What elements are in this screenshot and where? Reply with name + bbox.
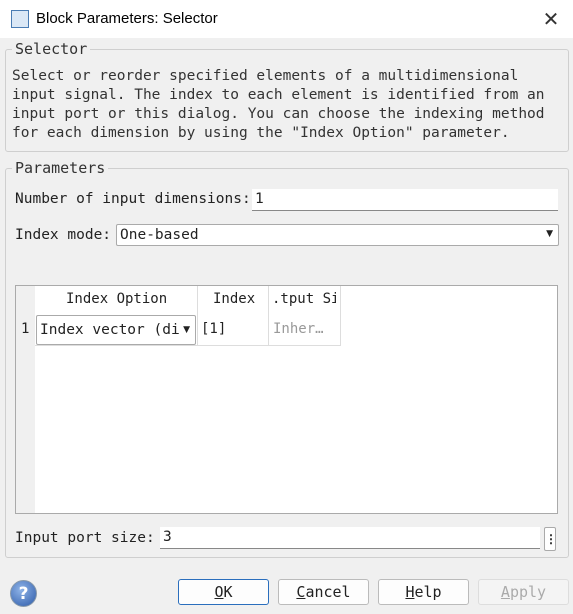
apply-button[interactable]: Apply	[478, 579, 569, 605]
parameters-label: Parameters	[15, 159, 106, 177]
help-button[interactable]: Help	[378, 579, 469, 605]
simulink-app-icon	[11, 10, 29, 28]
index-option-value: Index vector (di	[40, 322, 180, 338]
index-cell[interactable]: [1]	[201, 321, 226, 337]
help-icon[interactable]: ?	[10, 580, 37, 607]
index-table: Index Option Index .tput Si 1 Index vect…	[15, 285, 558, 514]
header-index-option[interactable]: Index Option	[66, 291, 167, 307]
index-mode-label: Index mode:	[15, 227, 112, 243]
row-number: 1	[21, 321, 30, 337]
num-dims-label: Number of input dimensions:	[15, 191, 251, 207]
port-size-input[interactable]: 3	[160, 527, 540, 549]
cancel-button[interactable]: Cancel	[278, 579, 369, 605]
chevron-down-icon: ▼	[546, 229, 553, 239]
output-size-cell[interactable]: Inher…	[273, 321, 324, 337]
header-output-size[interactable]: .tput Si	[272, 291, 336, 307]
table-row: 1 Index vector (di ▼ [1] Inher…	[16, 314, 346, 345]
window-title: Block Parameters: Selector	[36, 10, 218, 27]
ok-button[interactable]: OK	[178, 579, 269, 605]
index-option-select[interactable]: Index vector (di ▼	[36, 315, 196, 345]
port-size-label: Input port size:	[15, 530, 155, 546]
block-description: Select or reorder specified elements of …	[12, 68, 545, 141]
block-name: Selector	[15, 40, 88, 58]
close-icon[interactable]: ✕	[538, 6, 564, 32]
num-dims-input[interactable]: 1	[252, 189, 558, 211]
index-mode-value: One-based	[120, 227, 199, 243]
chevron-down-icon: ▼	[181, 325, 190, 335]
index-mode-select[interactable]: One-based ▼	[116, 224, 559, 246]
header-index[interactable]: Index	[213, 291, 255, 307]
more-options-icon[interactable]: ⋮	[544, 527, 557, 551]
